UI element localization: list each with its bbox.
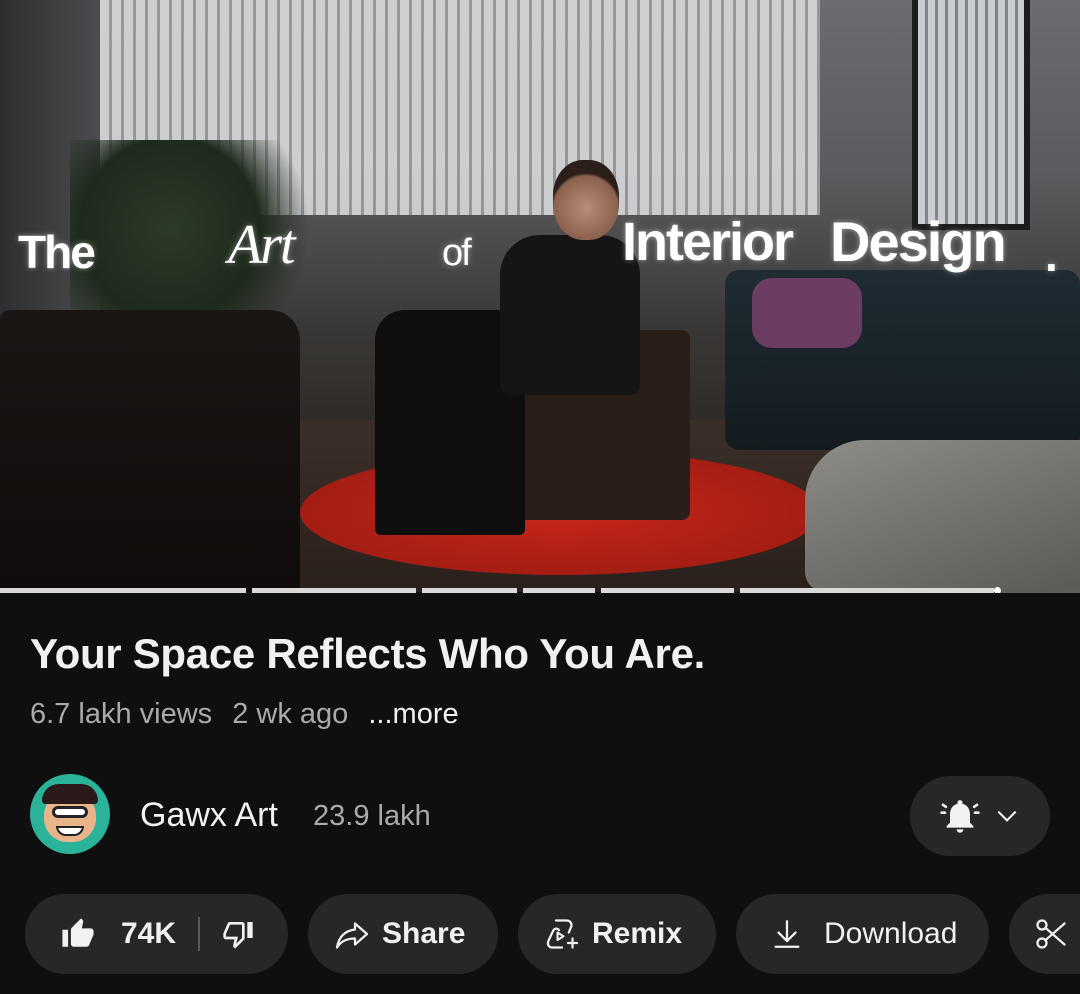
video-overlay-art: Art: [228, 214, 296, 276]
download-label: Download: [824, 917, 958, 950]
clip-button[interactable]: [1009, 894, 1080, 974]
video-overlay-dot: .: [1045, 229, 1058, 281]
video-scene-chair-right: [805, 440, 1080, 592]
thumbs-up-icon[interactable]: [61, 917, 95, 951]
download-button[interactable]: Download: [736, 894, 989, 974]
share-icon: [334, 916, 370, 952]
download-icon: [770, 917, 804, 951]
video-title[interactable]: Your Space Reflects Who You Are.: [30, 630, 705, 678]
subscriber-count: 23.9 lakh: [313, 800, 431, 832]
avatar-eyes: [52, 806, 88, 818]
thumbs-down-icon[interactable]: [222, 918, 254, 950]
remix-label: Remix: [592, 917, 683, 950]
video-overlay-design: Design: [830, 210, 1007, 273]
like-divider: [198, 917, 201, 951]
video-overlay-interior: Interior: [622, 212, 794, 272]
bell-icon: [940, 796, 980, 836]
video-meta[interactable]: 6.7 lakh views 2 wk ago ...more: [30, 698, 471, 731]
notification-bell-button[interactable]: [910, 776, 1050, 856]
more-link[interactable]: ...more: [368, 698, 458, 730]
share-label: Share: [382, 917, 466, 950]
video-scene-cushion: [752, 278, 862, 348]
video-scene-chair-left: [0, 310, 300, 592]
chevron-down-icon: [994, 803, 1020, 829]
like-dislike-segment: 74K: [25, 894, 288, 974]
video-scene-person-head: [553, 160, 619, 240]
remix-button[interactable]: Remix: [518, 894, 716, 974]
channel-name[interactable]: Gawx Art: [140, 796, 278, 835]
view-count: 6.7 lakh views: [30, 698, 213, 730]
like-count[interactable]: 74K: [121, 917, 176, 951]
channel-avatar[interactable]: [30, 774, 110, 854]
video-overlay-of: of: [442, 232, 472, 274]
video-overlay-the: The: [18, 226, 96, 278]
scissors-icon: [1033, 916, 1069, 952]
video-scene-person-body: [500, 235, 640, 395]
upload-age: 2 wk ago: [232, 698, 349, 730]
avatar-hair: [42, 784, 98, 804]
share-button[interactable]: Share: [308, 894, 498, 974]
channel-row: Gawx Art 23.9 lakh: [30, 774, 1050, 856]
video-scene-window: [912, 0, 1030, 230]
remix-icon: [544, 916, 580, 952]
action-bar: 74K Share Remix Download: [25, 894, 1080, 974]
video-player[interactable]: The Art of Interior Design .: [0, 0, 1080, 592]
